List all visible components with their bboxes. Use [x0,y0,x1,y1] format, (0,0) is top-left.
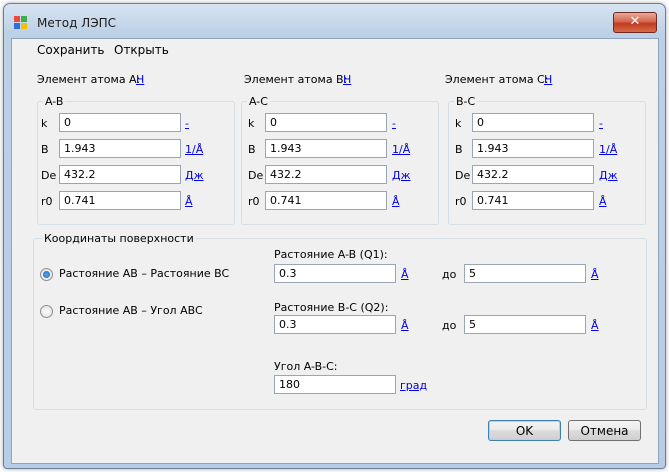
pair-bc-label: B-C [454,95,478,108]
ab-k-unit-link[interactable]: - [185,117,189,130]
atom-c-element-link[interactable]: H [544,73,552,86]
angle-input[interactable] [274,375,396,394]
option-distance-distance-label[interactable]: Растояние AB – Растояние BC [59,267,229,280]
ac-de-input[interactable] [265,165,387,184]
close-icon: ✕ [629,14,641,29]
r0-label: r0 [455,195,467,208]
cancel-button[interactable]: Отмена [568,420,641,441]
window-title: Метод ЛЭПС [37,16,116,30]
menu-save[interactable]: Сохранить [37,43,105,57]
q1-to-label: до [442,268,457,281]
ac-r0-unit-link[interactable]: Å [392,195,400,208]
option-distance-angle-radio[interactable] [40,305,53,318]
de-label: De [455,169,471,182]
surface-title: Координаты поверхности [42,232,196,245]
menu-open[interactable]: Открыть [114,43,169,57]
b-label: B [41,143,49,156]
de-label: De [41,169,57,182]
bc-de-input[interactable] [472,165,594,184]
ac-b-unit-link[interactable]: 1/Å [392,143,410,156]
dialog-client: Сохранить Открыть Элемент атома A: H A-B… [11,38,659,464]
q2-label: Растояние B-C (Q2): [274,301,389,314]
close-button[interactable]: ✕ [613,12,657,33]
q1-label: Растояние A-B (Q1): [274,248,388,261]
q2-from-unit-link[interactable]: Å [401,319,409,332]
atom-b-label: Элемент атома B: [244,73,348,86]
option-distance-angle-label[interactable]: Растояние AB – Угол ABC [59,304,203,317]
angle-label: Угол A-B-C: [274,360,338,373]
dialog-window: Метод ЛЭПС ✕ Сохранить Открыть Элемент а… [3,3,666,469]
q1-from-input[interactable] [274,264,396,283]
q1-to-unit-link[interactable]: Å [591,268,599,281]
ab-r0-input[interactable] [59,191,181,210]
de-label: De [248,169,264,182]
r0-label: r0 [41,195,53,208]
bc-k-unit-link[interactable]: - [599,117,603,130]
q2-from-input[interactable] [274,315,396,334]
b-label: B [248,143,256,156]
atom-c-label: Элемент атома C: [445,73,549,86]
atom-b-element-link[interactable]: H [343,73,351,86]
atom-a-element-link[interactable]: H [136,73,144,86]
q1-from-unit-link[interactable]: Å [401,268,409,281]
ac-b-input[interactable] [265,139,387,158]
ab-b-unit-link[interactable]: 1/Å [185,143,203,156]
bc-r0-input[interactable] [472,191,594,210]
q1-to-input[interactable] [464,264,586,283]
b-label: B [455,143,463,156]
k-label: k [41,117,48,130]
pair-ac-label: A-C [247,95,270,108]
ac-k-input[interactable] [265,113,387,132]
bc-de-unit-link[interactable]: Дж [599,169,618,182]
k-label: k [455,117,462,130]
ab-k-input[interactable] [59,113,181,132]
angle-unit-link[interactable]: град [400,379,427,392]
ok-button[interactable]: OK [488,420,561,441]
ac-k-unit-link[interactable]: - [392,117,396,130]
ab-b-input[interactable] [59,139,181,158]
option-distance-distance-radio[interactable] [40,268,53,281]
app-icon [14,16,28,30]
ac-de-unit-link[interactable]: Дж [392,169,411,182]
menu-bar: Сохранить Открыть [12,39,658,61]
q2-to-label: до [442,319,457,332]
ab-de-input[interactable] [59,165,181,184]
pair-ab-label: A-B [43,95,66,108]
q2-to-input[interactable] [464,315,586,334]
k-label: k [248,117,255,130]
ab-de-unit-link[interactable]: Дж [185,169,204,182]
q2-to-unit-link[interactable]: Å [591,319,599,332]
ab-r0-unit-link[interactable]: Å [185,195,193,208]
bc-k-input[interactable] [472,113,594,132]
bc-b-input[interactable] [472,139,594,158]
atom-a-label: Элемент атома A: [37,73,141,86]
bc-r0-unit-link[interactable]: Å [599,195,607,208]
bc-b-unit-link[interactable]: 1/Å [599,143,617,156]
ac-r0-input[interactable] [265,191,387,210]
r0-label: r0 [248,195,260,208]
title-bar[interactable]: Метод ЛЭПС ✕ [4,4,665,37]
